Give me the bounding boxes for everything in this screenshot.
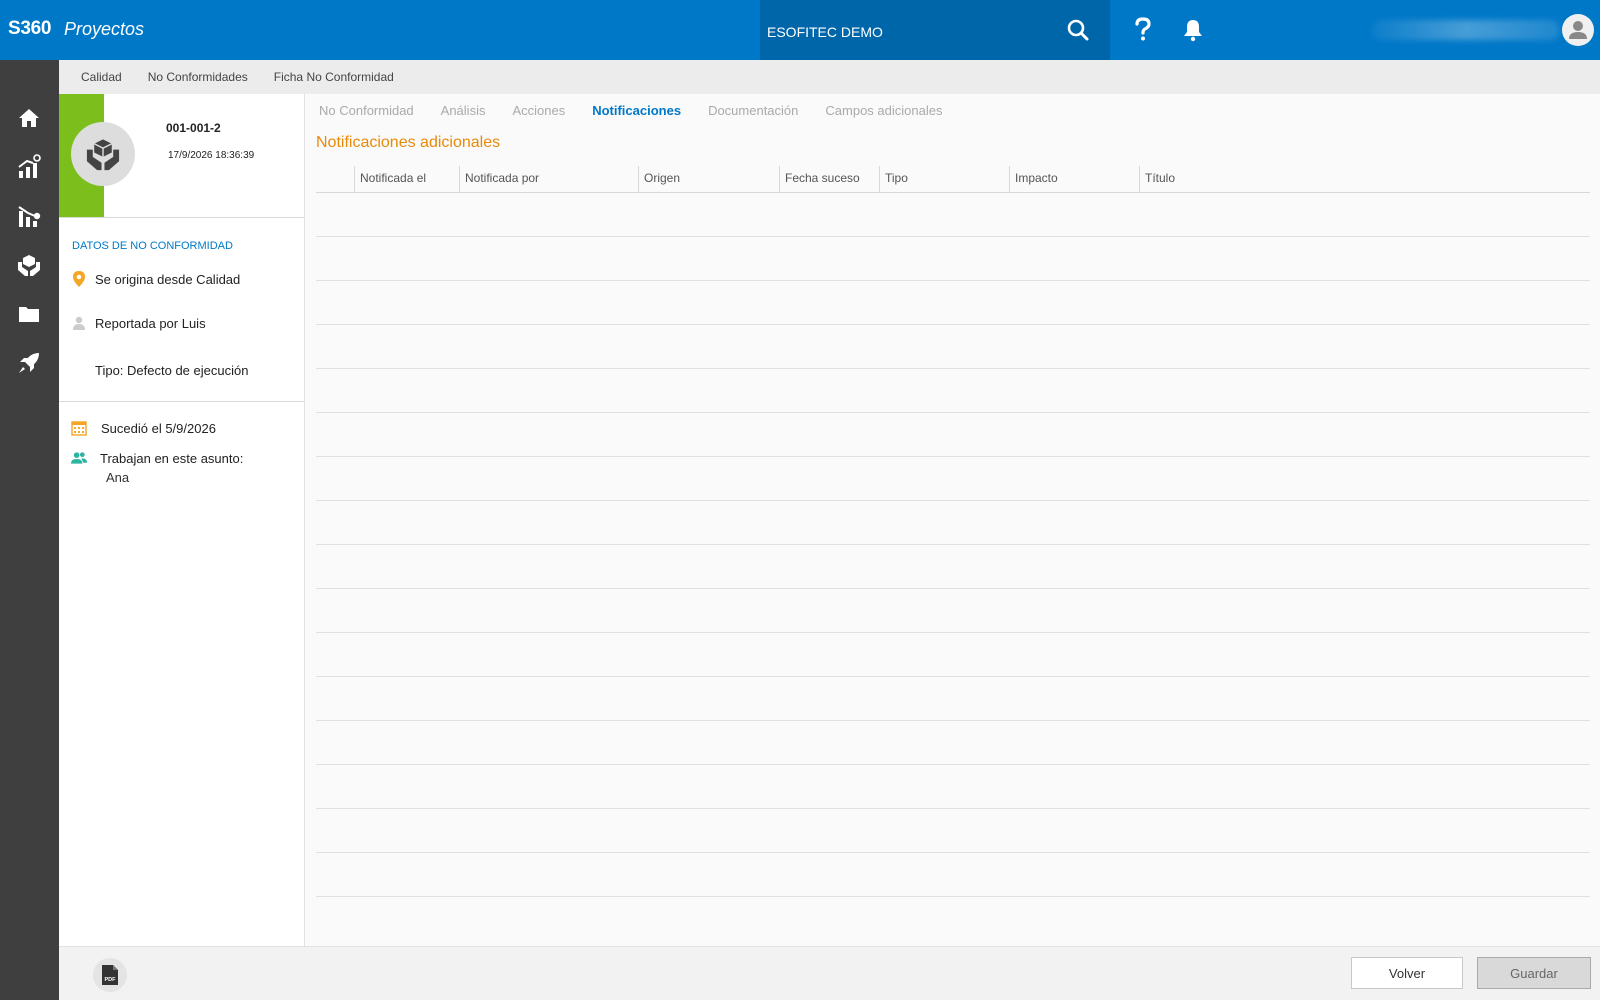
- tab-campos-adicionales[interactable]: Campos adicionales: [825, 103, 942, 118]
- table-row-divider: [316, 280, 1590, 281]
- workers-row: Trabajan en este asunto:: [71, 450, 243, 466]
- type-text: Tipo: Defecto de ejecución: [95, 362, 249, 378]
- column-header-origen[interactable]: Origen: [638, 166, 779, 192]
- record-summary-panel: 001-001-2 17/9/2026 18:36:39 DATOS DE NO…: [59, 94, 305, 946]
- company-selector[interactable]: ESOFITEC DEMO: [760, 0, 1110, 60]
- breadcrumb-item-ficha[interactable]: Ficha No Conformidad: [274, 70, 394, 84]
- origin-text: Se origina desde Calidad: [95, 271, 241, 287]
- footer-bar: PDF Volver Guardar: [59, 946, 1600, 1000]
- tab-acciones[interactable]: Acciones: [512, 103, 565, 118]
- column-header-titulo[interactable]: Título: [1139, 166, 1590, 192]
- table-row-divider: [316, 368, 1590, 369]
- back-button[interactable]: Volver: [1351, 957, 1463, 989]
- column-header-notificada-el[interactable]: Notificada el: [354, 166, 459, 192]
- divider: [59, 217, 304, 218]
- section-title: DATOS DE NO CONFORMIDAD: [72, 240, 233, 252]
- side-navigation: [0, 60, 59, 1000]
- pdf-icon: PDF: [102, 965, 118, 985]
- column-header-fecha-suceso[interactable]: Fecha suceso: [779, 166, 879, 192]
- notifications-table-header: Notificada el Notificada por Origen Fech…: [316, 166, 1590, 193]
- table-row-divider: [316, 764, 1590, 765]
- analytics-icon[interactable]: [15, 153, 43, 181]
- company-name: ESOFITEC DEMO: [767, 24, 883, 40]
- breadcrumb: Calidad No Conformidades Ficha No Confor…: [59, 60, 1600, 94]
- folder-icon[interactable]: [15, 300, 43, 328]
- workers-label: Trabajan en este asunto:: [100, 450, 244, 466]
- top-bar: S360 Proyectos ESOFITEC DEMO: [0, 0, 1600, 60]
- origin-row: Se origina desde Calidad: [71, 271, 240, 287]
- table-row-divider: [316, 588, 1590, 589]
- table-row-divider: [316, 324, 1590, 325]
- reported-by-text: Reportada por Luis: [95, 315, 206, 331]
- table-row-divider: [316, 500, 1590, 501]
- table-row-divider: [316, 720, 1590, 721]
- svg-text:PDF: PDF: [105, 977, 117, 983]
- search-icon[interactable]: [1066, 18, 1090, 42]
- brand-logo[interactable]: S360: [8, 18, 51, 40]
- type-row: Tipo: Defecto de ejecución: [71, 362, 248, 378]
- chart-icon[interactable]: [15, 202, 43, 230]
- section-heading: Notificaciones adicionales: [316, 134, 501, 151]
- column-header-impacto[interactable]: Impacto: [1009, 166, 1139, 192]
- occurred-text: Sucedió el 5/9/2026: [101, 420, 216, 436]
- column-header-notificada-por[interactable]: Notificada por: [459, 166, 638, 192]
- calendar-icon: [71, 420, 87, 436]
- tab-documentacion[interactable]: Documentación: [708, 103, 798, 118]
- quality-icon[interactable]: [15, 251, 43, 279]
- location-pin-icon: [71, 271, 87, 287]
- table-row-divider: [316, 236, 1590, 237]
- home-icon[interactable]: [15, 104, 43, 132]
- user-icon: [71, 315, 87, 331]
- tab-notificaciones[interactable]: Notificaciones: [592, 103, 681, 118]
- tab-analisis[interactable]: Análisis: [441, 103, 486, 118]
- table-row-divider: [316, 676, 1590, 677]
- table-row-divider: [316, 632, 1590, 633]
- column-header-select[interactable]: [316, 166, 354, 192]
- table-row-divider: [316, 412, 1590, 413]
- occurred-row: Sucedió el 5/9/2026: [71, 420, 216, 436]
- table-row-divider: [316, 808, 1590, 809]
- column-header-tipo[interactable]: Tipo: [879, 166, 1009, 192]
- tab-no-conformidad[interactable]: No Conformidad: [319, 103, 414, 118]
- module-name: Proyectos: [64, 19, 145, 39]
- table-row-divider: [316, 852, 1590, 853]
- reported-by-row: Reportada por Luis: [71, 315, 206, 331]
- quality-record-icon: [71, 122, 135, 186]
- table-row-divider: [316, 896, 1590, 897]
- breadcrumb-item-no-conformidades[interactable]: No Conformidades: [148, 70, 248, 84]
- table-row-divider: [316, 456, 1590, 457]
- help-icon[interactable]: [1132, 16, 1154, 42]
- table-row-divider: [316, 544, 1590, 545]
- record-tabs: No Conformidad Análisis Acciones Notific…: [319, 103, 969, 118]
- bell-icon[interactable]: [1182, 18, 1204, 42]
- user-avatar-icon[interactable]: [1562, 14, 1594, 46]
- team-icon: [71, 450, 87, 466]
- record-code: 001-001-2: [166, 121, 221, 135]
- save-button[interactable]: Guardar: [1477, 957, 1591, 989]
- breadcrumb-item-calidad[interactable]: Calidad: [81, 70, 122, 84]
- rocket-icon[interactable]: [15, 349, 43, 377]
- pdf-export-button[interactable]: PDF: [93, 958, 127, 992]
- divider: [59, 401, 304, 402]
- record-datetime: 17/9/2026 18:36:39: [168, 150, 255, 161]
- user-name-blurred: [1372, 20, 1560, 40]
- worker-name: Ana: [106, 470, 130, 485]
